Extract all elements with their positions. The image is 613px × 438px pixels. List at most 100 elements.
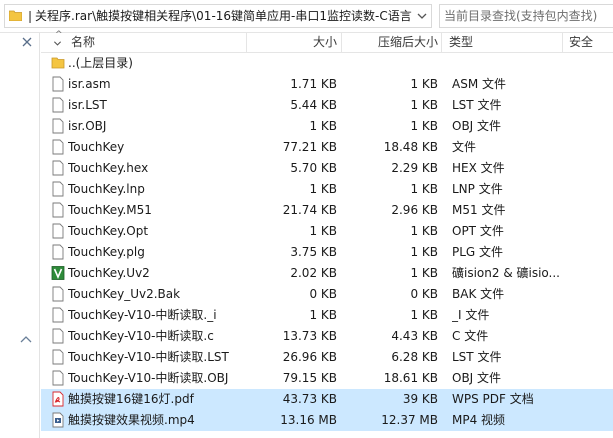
file-compressed-size: 2.29 KB — [391, 161, 438, 175]
file-name: TouchKey.plg — [68, 245, 145, 259]
file-name: isr.OBJ — [68, 119, 107, 133]
search-placeholder: 当前目录查找(支持包内查找) — [444, 9, 598, 23]
pdf-icon — [52, 391, 64, 407]
top-toolbar: ❘关程序.rar\触摸按键相关程序\01-16键简单应用-串口1监控读数-C语言… — [0, 0, 613, 33]
file-compressed-size: 1 KB — [410, 119, 438, 133]
file-type: BAK 文件 — [452, 287, 505, 301]
close-icon[interactable] — [19, 34, 35, 50]
file-compressed-size: 6.28 KB — [391, 350, 438, 364]
file-compressed-size: 18.61 KB — [383, 371, 438, 385]
list-item[interactable]: TouchKey.hex 5.70 KB 2.29 KB HEX 文件 — [41, 158, 613, 179]
list-item[interactable]: TouchKey-V10-中断读取._i 1 KB 1 KB _I 文件 — [41, 305, 613, 326]
file-compressed-size: 1 KB — [410, 98, 438, 112]
file-size: 5.70 KB — [290, 161, 337, 175]
file-size: 43.73 KB — [282, 392, 337, 406]
file-name: 触摸按键16键16灯.pdf — [68, 392, 194, 406]
column-compressed-size[interactable]: 压缩后大小 — [341, 33, 438, 53]
file-name: isr.asm — [68, 77, 111, 91]
list-item[interactable]: isr.OBJ 1 KB 1 KB OBJ 文件 — [41, 116, 613, 137]
file-size: 13.16 MB — [280, 413, 337, 427]
column-name[interactable]: 名称 — [71, 33, 95, 53]
file-size: 1.71 KB — [290, 77, 337, 91]
file-size: 2.02 KB — [290, 266, 337, 280]
file-type: MP4 视频 — [452, 413, 506, 427]
file-name: 触摸按键效果视频.mp4 — [68, 413, 195, 427]
file-name: TouchKey — [68, 140, 125, 154]
file-compressed-size: 0 KB — [410, 287, 438, 301]
list-item[interactable]: TouchKey.Uv2 2.02 KB 1 KB 礦ision2 & 礦isi… — [41, 263, 613, 284]
list-item[interactable]: TouchKey.plg 3.75 KB 1 KB PLG 文件 — [41, 242, 613, 263]
file-name: TouchKey_Uv2.Bak — [68, 287, 181, 301]
file-icon — [52, 181, 64, 197]
file-icon — [52, 97, 64, 113]
list-item[interactable]: ..(上层目录) — [41, 53, 613, 74]
file-size: 1 KB — [309, 182, 337, 196]
file-type: WPS PDF 文档 — [452, 392, 534, 406]
chevron-down-icon[interactable] — [415, 7, 429, 25]
list-item[interactable]: TouchKey-V10-中断读取.c 13.73 KB 4.43 KB C 文… — [41, 326, 613, 347]
list-item[interactable]: TouchKey-V10-中断读取.OBJ 79.15 KB 18.61 KB … — [41, 368, 613, 389]
column-divider[interactable] — [562, 33, 563, 53]
file-name: isr.LST — [68, 98, 107, 112]
file-compressed-size: 4.43 KB — [391, 329, 438, 343]
file-name: TouchKey.hex — [68, 161, 149, 175]
folder-icon — [9, 10, 22, 21]
column-size[interactable]: 大小 — [253, 33, 337, 53]
list-item[interactable]: TouchKey.lnp 1 KB 1 KB LNP 文件 — [41, 179, 613, 200]
file-icon — [52, 160, 64, 176]
file-compressed-size: 1 KB — [410, 224, 438, 238]
list-item-selected[interactable]: 触摸按键16键16灯.pdf 43.73 KB 39 KB WPS PDF 文档 — [41, 389, 613, 410]
file-type: OBJ 文件 — [452, 119, 502, 133]
list-item[interactable]: TouchKey.Opt 1 KB 1 KB OPT 文件 — [41, 221, 613, 242]
list-item[interactable]: TouchKey_Uv2.Bak 0 KB 0 KB BAK 文件 — [41, 284, 613, 305]
address-path: ❘关程序.rar\触摸按键相关程序\01-16键简单应用-串口1监控读数-C语言 — [25, 9, 412, 23]
file-compressed-size: 1 KB — [410, 308, 438, 322]
list-item[interactable]: TouchKey.M51 21.74 KB 2.96 KB M51 文件 — [41, 200, 613, 221]
file-icon — [52, 286, 64, 302]
column-security[interactable]: 安全 — [569, 33, 593, 53]
file-type: OPT 文件 — [452, 224, 504, 238]
nav-pane — [0, 33, 40, 438]
file-type: _I 文件 — [452, 308, 490, 322]
file-compressed-size: 1 KB — [410, 77, 438, 91]
list-item[interactable]: TouchKey 77.21 KB 18.48 KB 文件 — [41, 137, 613, 158]
file-name: TouchKey.Uv2 — [68, 266, 150, 280]
file-icon — [52, 244, 64, 260]
file-compressed-size: 12.37 MB — [381, 413, 438, 427]
folder-icon — [51, 57, 65, 69]
file-name: TouchKey.Opt — [68, 224, 149, 238]
chevron-up-icon[interactable] — [19, 333, 33, 345]
file-type: HEX 文件 — [452, 161, 505, 175]
list-item-selected[interactable]: 触摸按键效果视频.mp4 13.16 MB 12.37 MB MP4 视频 — [41, 410, 613, 431]
file-name: TouchKey.lnp — [68, 182, 145, 196]
file-name: TouchKey-V10-中断读取.LST — [68, 350, 229, 364]
file-type: LNP 文件 — [452, 182, 503, 196]
column-divider[interactable] — [246, 33, 247, 53]
file-size: 1 KB — [309, 224, 337, 238]
column-type[interactable]: 类型 — [449, 33, 473, 53]
file-type: 文件 — [452, 140, 477, 154]
file-icon — [52, 307, 64, 323]
file-size: 5.44 KB — [290, 98, 337, 112]
column-divider[interactable] — [441, 33, 442, 53]
file-compressed-size: 1 KB — [410, 182, 438, 196]
file-size: 77.21 KB — [282, 140, 337, 154]
file-size: 1 KB — [309, 308, 337, 322]
search-input[interactable]: 当前目录查找(支持包内查找) — [439, 4, 613, 28]
column-header: ^ 名称 大小 压缩后大小 类型 安全 — [41, 30, 613, 53]
file-size: 26.96 KB — [282, 350, 337, 364]
list-item[interactable]: TouchKey-V10-中断读取.LST 26.96 KB 6.28 KB L… — [41, 347, 613, 368]
file-type: M51 文件 — [452, 203, 506, 217]
file-type: PLG 文件 — [452, 245, 504, 259]
file-size: 3.75 KB — [290, 245, 337, 259]
file-compressed-size: 18.48 KB — [383, 140, 438, 154]
file-icon — [52, 349, 64, 365]
chevron-down-icon[interactable] — [53, 39, 62, 48]
file-icon — [52, 328, 64, 344]
file-size: 21.74 KB — [282, 203, 337, 217]
list-item[interactable]: isr.LST 5.44 KB 1 KB LST 文件 — [41, 95, 613, 116]
address-bar[interactable]: ❘关程序.rar\触摸按键相关程序\01-16键简单应用-串口1监控读数-C语言 — [4, 4, 432, 28]
file-list: ..(上层目录) isr.asm 1.71 KB 1 KB ASM 文件 isr… — [41, 53, 613, 438]
file-compressed-size: 39 KB — [402, 392, 438, 406]
list-item[interactable]: isr.asm 1.71 KB 1 KB ASM 文件 — [41, 74, 613, 95]
